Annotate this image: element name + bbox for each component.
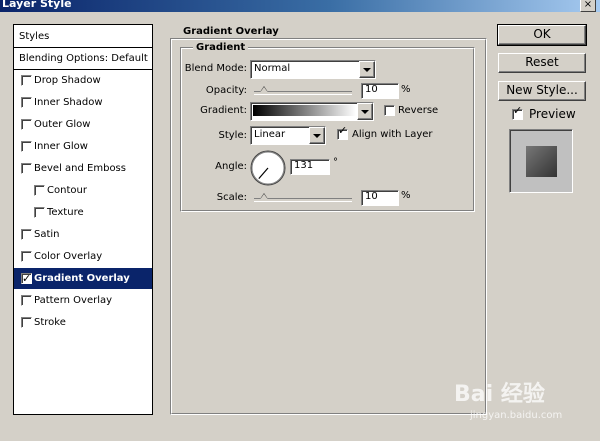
style-checkbox[interactable]	[21, 75, 32, 86]
align-with-layer-checkbox[interactable]	[337, 124, 348, 140]
style-checkbox[interactable]	[21, 97, 32, 108]
gradient-group-title: Gradient	[193, 42, 249, 53]
styles-list-item-label: Outer Glow	[34, 119, 91, 130]
styles-list-item-label: Stroke	[34, 317, 66, 328]
style-checkbox[interactable]	[21, 119, 32, 130]
chevron-down-icon[interactable]	[309, 127, 325, 144]
gradient-picker[interactable]	[250, 102, 374, 121]
styles-list-item-label: Bevel and Emboss	[34, 163, 126, 174]
styles-list-item[interactable]: Pattern Overlay	[14, 290, 152, 311]
watermark-url: jingyan.baidu.com	[470, 410, 563, 421]
styles-list-item[interactable]: Blending Options: Default	[14, 48, 152, 70]
style-checkbox[interactable]	[21, 251, 32, 262]
section-title: Gradient Overlay	[183, 26, 279, 37]
angle-label: Angle:	[215, 161, 247, 172]
styles-list-item[interactable]: Stroke	[14, 312, 152, 333]
style-checkbox[interactable]	[21, 163, 32, 174]
angle-dial[interactable]	[249, 149, 287, 187]
align-with-layer-label: Align with Layer	[352, 129, 433, 140]
blend-mode-value: Normal	[254, 63, 291, 74]
styles-list-item[interactable]: Contour	[14, 180, 152, 201]
opacity-value: 10	[365, 84, 378, 95]
style-checkbox[interactable]	[21, 268, 32, 289]
preview-square	[526, 146, 557, 177]
styles-list-item[interactable]: Styles	[14, 26, 152, 48]
styles-list-item[interactable]: Color Overlay	[14, 246, 152, 267]
opacity-unit: %	[401, 84, 411, 95]
gradient-label: Gradient:	[200, 105, 247, 116]
style-checkbox[interactable]	[34, 207, 45, 218]
style-checkbox[interactable]	[21, 229, 32, 240]
style-checkbox[interactable]	[34, 185, 45, 196]
watermark-logo: Bai 经验	[454, 382, 545, 407]
styles-list-item-label: Pattern Overlay	[34, 295, 113, 306]
styles-list-item-label: Contour	[47, 185, 87, 196]
style-label: Style:	[218, 130, 248, 141]
blend-mode-select[interactable]: Normal	[250, 60, 376, 79]
reverse-label: Reverse	[398, 105, 439, 116]
chevron-down-icon[interactable]	[357, 103, 373, 120]
styles-list-item-label: Texture	[47, 207, 84, 218]
new-style-button[interactable]: New Style...	[498, 81, 586, 101]
title-bar[interactable]: Layer Style ×	[0, 0, 600, 12]
opacity-input[interactable]: 10	[361, 83, 399, 99]
styles-list-item-label: Inner Glow	[34, 141, 88, 152]
styles-list-item[interactable]: Drop Shadow	[14, 70, 152, 91]
preview-label: Preview	[529, 107, 576, 121]
scale-label: Scale:	[216, 192, 247, 203]
style-select[interactable]: Linear	[250, 126, 326, 145]
style-preview-thumbnail	[509, 129, 573, 193]
styles-list-item-label: Styles	[19, 31, 50, 42]
styles-list-item[interactable]: Inner Glow	[14, 136, 152, 157]
angle-input[interactable]: 131	[290, 159, 330, 175]
style-checkbox[interactable]	[21, 141, 32, 152]
scale-input[interactable]: 10	[361, 190, 399, 206]
preview-checkbox[interactable]	[512, 104, 523, 120]
reverse-checkbox[interactable]	[384, 105, 395, 116]
opacity-label: Opacity:	[205, 85, 247, 96]
blend-mode-label: Blend Mode:	[184, 63, 247, 74]
styles-list: Styles Blending Options: Default Drop Shad…	[13, 24, 153, 415]
styles-list-item[interactable]: Outer Glow	[14, 114, 152, 135]
chevron-down-icon[interactable]	[359, 61, 375, 78]
scale-slider-thumb[interactable]	[257, 193, 270, 202]
styles-list-item-label: Satin	[34, 229, 60, 240]
style-checkbox[interactable]	[21, 317, 32, 328]
styles-list-item-label: Drop Shadow	[34, 75, 101, 86]
styles-list-item[interactable]: Satin	[14, 224, 152, 245]
window-title: Layer Style	[2, 0, 72, 10]
styles-list-item[interactable]: Bevel and Emboss	[14, 158, 152, 179]
styles-list-item[interactable]: Texture	[14, 202, 152, 223]
scale-value: 10	[365, 191, 378, 202]
style-checkbox[interactable]	[21, 295, 32, 306]
ok-button[interactable]: OK	[497, 24, 587, 46]
styles-list-item[interactable]: Gradient Overlay	[14, 268, 152, 289]
style-value: Linear	[254, 129, 286, 140]
scale-unit: %	[401, 190, 411, 201]
opacity-slider-thumb[interactable]	[257, 86, 270, 95]
styles-list-item[interactable]: Inner Shadow	[14, 92, 152, 113]
styles-list-item-label: Color Overlay	[34, 251, 103, 262]
styles-list-item-label: Blending Options: Default	[19, 53, 148, 64]
styles-list-item-label: Gradient Overlay	[34, 273, 130, 284]
styles-list-item-label: Inner Shadow	[34, 97, 103, 108]
angle-value: 131	[294, 160, 314, 171]
reset-button[interactable]: Reset	[498, 53, 586, 73]
gradient-preview[interactable]	[253, 105, 356, 116]
angle-unit: °	[333, 157, 338, 168]
close-icon[interactable]: ×	[580, 0, 596, 12]
